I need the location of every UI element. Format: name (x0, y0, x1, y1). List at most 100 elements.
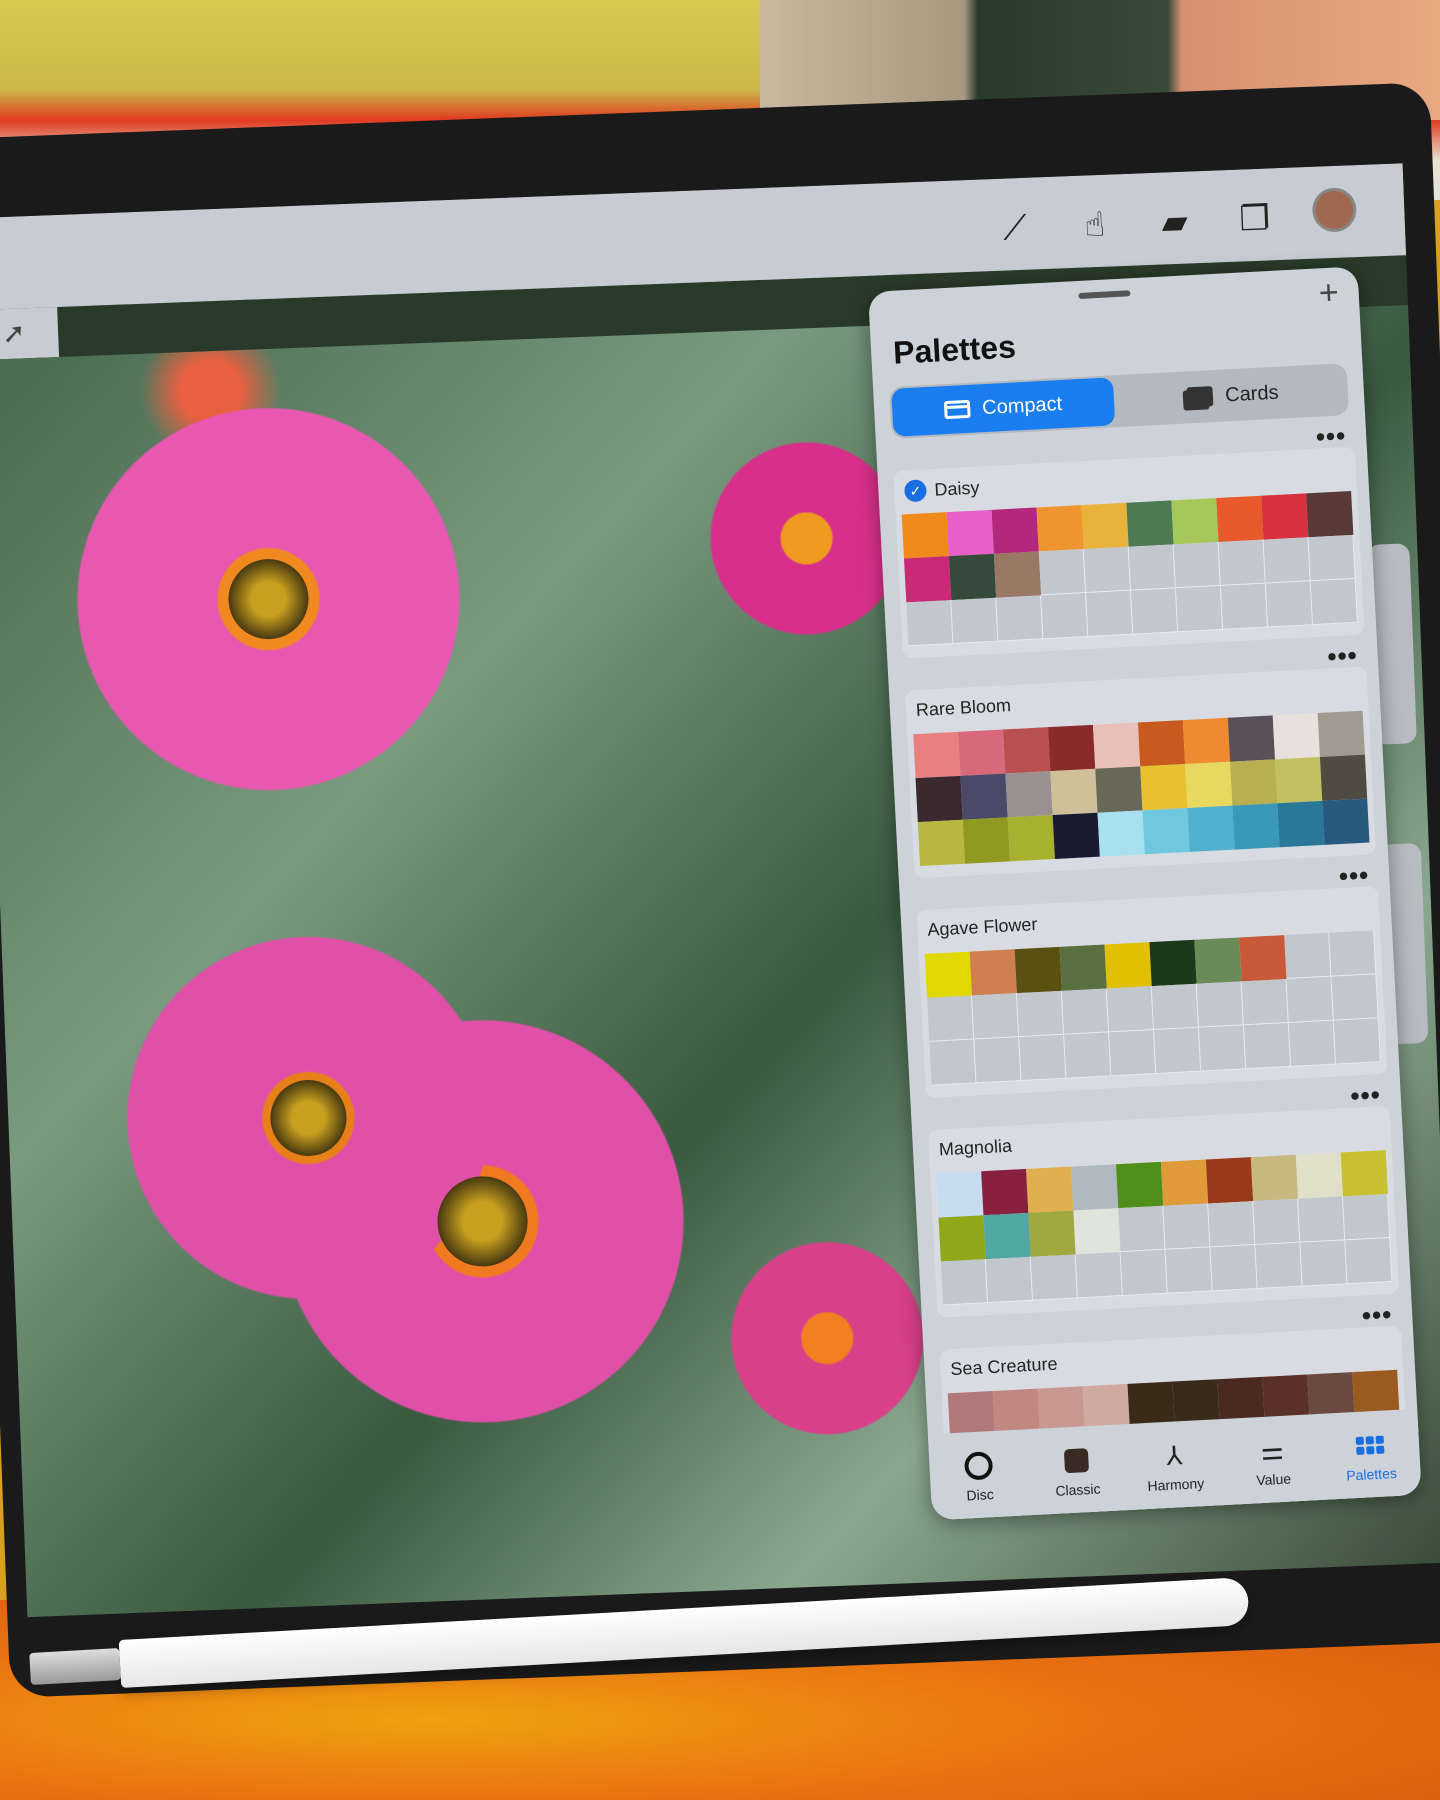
empty-swatch[interactable] (1253, 1198, 1301, 1246)
palette-name[interactable]: Rare Bloom (915, 695, 1011, 721)
empty-swatch[interactable] (1298, 1196, 1346, 1243)
color-swatch[interactable] (1071, 1164, 1119, 1211)
empty-swatch[interactable] (1064, 1032, 1112, 1079)
color-swatch[interactable] (1319, 754, 1368, 801)
color-swatch[interactable] (1050, 768, 1098, 816)
color-swatch[interactable] (1126, 500, 1174, 547)
empty-swatch[interactable] (1263, 537, 1311, 584)
color-swatch[interactable] (962, 817, 1010, 864)
color-swatch[interactable] (1227, 715, 1276, 762)
transform-arrow-icon[interactable]: ➚ (0, 307, 60, 361)
color-swatch[interactable] (1277, 800, 1325, 848)
color-swatch[interactable] (936, 1171, 984, 1218)
color-swatch[interactable] (1005, 771, 1053, 818)
color-swatch[interactable] (1137, 720, 1186, 767)
drag-handle[interactable] (1078, 290, 1131, 299)
color-swatch[interactable] (917, 819, 966, 867)
color-swatch[interactable] (924, 951, 972, 998)
palette-name[interactable]: Daisy (934, 477, 980, 500)
color-swatch[interactable] (1081, 502, 1129, 550)
empty-swatch[interactable] (1342, 1194, 1391, 1241)
palette-name[interactable]: Sea Creature (950, 1354, 1058, 1381)
color-swatch[interactable] (1140, 764, 1188, 811)
color-swatch[interactable] (903, 556, 952, 603)
color-swatch[interactable] (1230, 759, 1278, 806)
empty-swatch[interactable] (1208, 1201, 1256, 1248)
empty-swatch[interactable] (1041, 593, 1089, 640)
empty-swatch[interactable] (1175, 585, 1224, 633)
color-swatch[interactable] (1239, 935, 1287, 982)
color-swatch[interactable] (1205, 1157, 1254, 1204)
layers-icon[interactable]: ❐ (1234, 198, 1276, 240)
cards-view-button[interactable]: Cards (1119, 365, 1347, 425)
color-swatch[interactable] (1092, 722, 1141, 769)
tab-classic[interactable]: Classic (1036, 1444, 1119, 1500)
color-swatch[interactable] (981, 1168, 1029, 1216)
color-swatch[interactable] (938, 1215, 986, 1262)
color-swatch[interactable] (1250, 1154, 1299, 1202)
color-swatch[interactable] (1185, 761, 1233, 808)
compact-view-button[interactable]: Compact (891, 377, 1116, 437)
empty-swatch[interactable] (1243, 1022, 1292, 1070)
empty-swatch[interactable] (1308, 534, 1356, 582)
empty-swatch[interactable] (1163, 1203, 1211, 1250)
empty-swatch[interactable] (1120, 1249, 1168, 1297)
palette-more-button[interactable]: ••• (1350, 1079, 1382, 1111)
color-swatch[interactable] (1194, 937, 1242, 984)
color-swatch[interactable] (1097, 810, 1145, 857)
empty-swatch[interactable] (1173, 541, 1221, 589)
color-swatch[interactable] (1216, 495, 1264, 542)
empty-swatch[interactable] (1109, 1030, 1157, 1077)
palette-name[interactable]: Magnolia (938, 1136, 1012, 1161)
color-swatch[interactable] (1048, 724, 1096, 772)
color-swatch[interactable] (1160, 1159, 1209, 1206)
empty-swatch[interactable] (1284, 932, 1332, 980)
color-swatch[interactable] (946, 509, 994, 557)
palette-rare-bloom[interactable]: ••• Rare Bloom (904, 640, 1377, 884)
empty-swatch[interactable] (929, 1039, 977, 1086)
color-swatch[interactable] (1317, 710, 1365, 757)
empty-swatch[interactable] (1333, 1018, 1382, 1065)
palette-agave-flower[interactable]: ••• Agave Flower (915, 860, 1388, 1104)
color-swatch[interactable] (1142, 807, 1190, 855)
color-swatch[interactable] (958, 729, 1006, 776)
empty-swatch[interactable] (1196, 981, 1244, 1028)
color-swatch[interactable] (1104, 942, 1152, 989)
empty-swatch[interactable] (927, 995, 975, 1042)
color-swatch[interactable] (1026, 1166, 1074, 1213)
color-swatch[interactable] (1014, 946, 1062, 994)
brush-icon[interactable]: ⟋ (994, 207, 1036, 249)
empty-swatch[interactable] (940, 1259, 989, 1306)
color-swatch[interactable] (1115, 1161, 1164, 1209)
color-swatch[interactable] (960, 773, 1008, 820)
empty-swatch[interactable] (1130, 588, 1179, 635)
color-swatch[interactable] (1028, 1210, 1076, 1257)
empty-swatch[interactable] (1128, 544, 1176, 591)
color-swatch[interactable] (991, 507, 1039, 554)
empty-swatch[interactable] (906, 600, 954, 647)
color-swatch[interactable] (1340, 1150, 1388, 1197)
empty-swatch[interactable] (1154, 1027, 1202, 1074)
empty-swatch[interactable] (1345, 1237, 1393, 1285)
color-swatch[interactable] (1036, 505, 1084, 552)
color-swatch[interactable] (1306, 490, 1354, 538)
color-swatch[interactable] (901, 512, 949, 559)
color-swatch[interactable] (1322, 798, 1370, 845)
color-swatch[interactable] (1073, 1208, 1121, 1255)
empty-swatch[interactable] (1016, 990, 1065, 1038)
empty-swatch[interactable] (1165, 1247, 1213, 1294)
color-swatch[interactable] (948, 553, 997, 601)
color-swatch[interactable] (993, 551, 1042, 598)
add-palette-button[interactable]: + (1318, 273, 1340, 313)
empty-swatch[interactable] (1019, 1034, 1067, 1082)
palette-magnolia[interactable]: ••• Magnolia (927, 1079, 1400, 1324)
empty-swatch[interactable] (1083, 546, 1131, 594)
empty-swatch[interactable] (1286, 976, 1334, 1023)
color-swatch[interactable] (1052, 812, 1100, 859)
empty-swatch[interactable] (1118, 1205, 1166, 1253)
color-swatch[interactable] (1187, 805, 1235, 852)
empty-swatch[interactable] (1300, 1240, 1348, 1287)
color-swatch[interactable] (1232, 803, 1280, 850)
color-swatch[interactable] (1295, 1152, 1343, 1199)
empty-swatch[interactable] (974, 1037, 1022, 1084)
